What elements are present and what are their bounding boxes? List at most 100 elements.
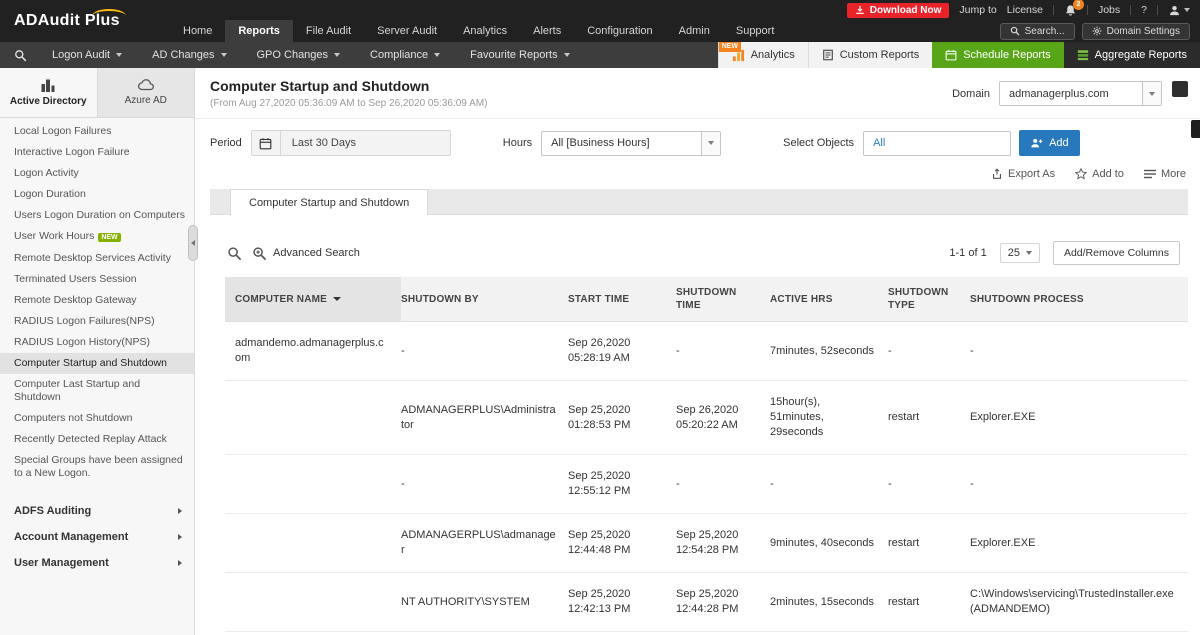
- download-now-button[interactable]: Download Now: [846, 2, 950, 18]
- export-as-label: Export As: [1008, 168, 1056, 180]
- analytics-button[interactable]: NEW Analytics: [717, 42, 808, 68]
- nav-file-audit[interactable]: File Audit: [293, 20, 364, 42]
- column-header-shutdown-time[interactable]: SHUTDOWN TIME: [676, 277, 770, 322]
- nav-server-audit[interactable]: Server Audit: [364, 20, 450, 42]
- menu-compliance[interactable]: Compliance: [355, 42, 455, 68]
- app-logo[interactable]: ADAudit Plus: [14, 9, 126, 30]
- sidebar-item-label: Users Logon Duration on Computers: [14, 209, 186, 221]
- sidebar-item[interactable]: Computers not Shutdown: [0, 408, 194, 429]
- nav-home[interactable]: Home: [170, 20, 225, 42]
- cell-start-time: Sep 25,2020 12:44:48 PM: [568, 513, 676, 573]
- section-account-management[interactable]: Account Management: [0, 524, 194, 550]
- advanced-search-label[interactable]: Advanced Search: [273, 247, 360, 259]
- sidebar-item[interactable]: RADIUS Logon History(NPS): [0, 332, 194, 353]
- calendar-icon: [252, 131, 281, 155]
- jobs-menu[interactable]: Jobs: [1098, 4, 1120, 16]
- advanced-search-button[interactable]: [252, 246, 267, 261]
- sidebar-item-computer-startup-and-shutdown[interactable]: Computer Startup and Shutdown: [0, 353, 194, 374]
- sidebar-collapse-handle[interactable]: [188, 225, 198, 261]
- column-header-shutdown-by[interactable]: SHUTDOWN BY: [401, 277, 568, 322]
- period-picker[interactable]: Last 30 Days: [250, 130, 451, 156]
- jump-to-menu[interactable]: Jump to: [959, 4, 996, 16]
- more-button[interactable]: More: [1143, 168, 1186, 180]
- sidebar-item[interactable]: Logon Activity: [0, 163, 194, 184]
- right-edge-tab[interactable]: [1191, 120, 1200, 138]
- help-button[interactable]: ?: [1141, 4, 1147, 16]
- page-size-select[interactable]: 25: [999, 243, 1040, 263]
- sidebar-item[interactable]: Local Logon Failures: [0, 121, 194, 142]
- license-menu[interactable]: License: [1007, 4, 1043, 16]
- sidebar-item[interactable]: User Work Hours NEW: [0, 226, 194, 248]
- sidebar-item[interactable]: Remote Desktop Services Activity: [0, 248, 194, 269]
- schedule-reports-button[interactable]: Schedule Reports: [932, 42, 1064, 68]
- menu-lines-icon: [1143, 169, 1156, 179]
- domain-settings-button[interactable]: Domain Settings: [1081, 22, 1190, 40]
- user-account-menu[interactable]: [1168, 4, 1190, 17]
- sidebar-item-label: RADIUS Logon Failures(NPS): [14, 315, 155, 327]
- reports-search-button[interactable]: [0, 42, 37, 68]
- nav-admin[interactable]: Admin: [666, 20, 723, 42]
- sidebar-item[interactable]: Computer Last Startup and Shutdown: [0, 374, 194, 408]
- topbar-main: Download Now Jump to License 2 Jobs ? Ho…: [170, 0, 1200, 42]
- add-button[interactable]: Add: [1019, 130, 1080, 156]
- sidebar-item[interactable]: Special Groups have been assigned to a N…: [0, 450, 194, 484]
- sidebar-item[interactable]: Recently Detected Replay Attack: [0, 429, 194, 450]
- chevron-down-icon: [563, 53, 570, 57]
- sidebar-item[interactable]: Users Logon Duration on Computers: [0, 205, 194, 226]
- chevron-down-icon: [1025, 251, 1032, 255]
- cell-shutdown-by: ADMANAGERPLUS\admanager: [401, 513, 568, 573]
- cell-computer-name: admandemo.admanagerplus.com: [225, 321, 401, 381]
- sidebar-item[interactable]: Logon Duration: [0, 184, 194, 205]
- sidebar-item-label: Terminated Users Session: [14, 273, 137, 285]
- domain-settings-label: Domain Settings: [1106, 25, 1180, 37]
- nav-reports[interactable]: Reports: [225, 20, 293, 42]
- nav-configuration[interactable]: Configuration: [574, 20, 665, 42]
- column-header-active-hrs[interactable]: ACTIVE HRS: [770, 277, 888, 322]
- menu-logon-audit[interactable]: Logon Audit: [37, 42, 137, 68]
- column-header-computer-name[interactable]: COMPUTER NAME: [225, 277, 401, 322]
- sidebar-item-label: Recently Detected Replay Attack: [14, 433, 167, 445]
- sidebar-item-label: RADIUS Logon History(NPS): [14, 336, 150, 348]
- column-header-shutdown-process[interactable]: SHUTDOWN PROCESS: [970, 277, 1188, 322]
- sidebar-item[interactable]: Terminated Users Session: [0, 269, 194, 290]
- tab-computer-startup-and-shutdown[interactable]: Computer Startup and Shutdown: [230, 189, 429, 215]
- custom-reports-button[interactable]: Custom Reports: [807, 42, 933, 68]
- column-header-label: COMPUTER NAME: [235, 293, 328, 305]
- aggregate-reports-button[interactable]: Aggregate Reports: [1063, 42, 1200, 68]
- notifications-bell-button[interactable]: 2: [1064, 0, 1084, 17]
- cell-computer-name: [225, 513, 401, 573]
- reports-sub-nav: Logon Audit AD Changes GPO Changes Compl…: [0, 42, 1200, 68]
- quick-search-button[interactable]: [227, 246, 242, 261]
- column-header-shutdown-type[interactable]: SHUTDOWN TYPE: [888, 277, 970, 322]
- menu-gpo-changes[interactable]: GPO Changes: [242, 42, 356, 68]
- add-to-button[interactable]: Add to: [1075, 168, 1124, 180]
- nav-support[interactable]: Support: [723, 20, 788, 42]
- nav-alerts[interactable]: Alerts: [520, 20, 574, 42]
- sidebar-item[interactable]: Remote Desktop Gateway: [0, 290, 194, 311]
- section-user-management[interactable]: User Management: [0, 550, 194, 576]
- sidebar-item[interactable]: RADIUS Logon Failures(NPS): [0, 311, 194, 332]
- column-header-start-time[interactable]: START TIME: [568, 277, 676, 322]
- export-as-button[interactable]: Export As: [991, 168, 1055, 180]
- sidebar-item[interactable]: Interactive Logon Failure: [0, 142, 194, 163]
- table-row: admandemo.admanagerplus.com - Sep 26,202…: [225, 321, 1188, 381]
- chevron-right-icon: [178, 560, 182, 566]
- select-objects-input[interactable]: All: [863, 130, 1012, 156]
- side-panel-toggle-button[interactable]: [1172, 81, 1188, 97]
- menu-ad-changes[interactable]: AD Changes: [137, 42, 241, 68]
- add-remove-columns-button[interactable]: Add/Remove Columns: [1052, 241, 1180, 265]
- hours-select[interactable]: All [Business Hours]: [541, 130, 722, 156]
- menu-favourite-reports[interactable]: Favourite Reports: [455, 42, 584, 68]
- global-search-button[interactable]: Search...: [999, 22, 1075, 40]
- domain-select[interactable]: admanagerplus.com: [999, 81, 1162, 106]
- report-tools: NEW Analytics Custom Reports Schedule Re…: [717, 42, 1200, 68]
- tab-azure-ad[interactable]: Azure AD: [96, 68, 194, 117]
- chevron-right-icon: [178, 534, 182, 540]
- chevron-left-icon: [191, 240, 195, 246]
- section-adfs-auditing[interactable]: ADFS Auditing: [0, 498, 194, 524]
- cell-shutdown-by: NT AUTHORITY\SYSTEM: [401, 572, 568, 632]
- report-panel: Advanced Search 1-1 of 1 25 Add/Remove C…: [210, 215, 1188, 635]
- tab-active-directory[interactable]: Active Directory: [0, 68, 97, 117]
- body-area: Active Directory Azure AD Local Logon Fa…: [0, 68, 1200, 635]
- nav-analytics[interactable]: Analytics: [450, 20, 520, 42]
